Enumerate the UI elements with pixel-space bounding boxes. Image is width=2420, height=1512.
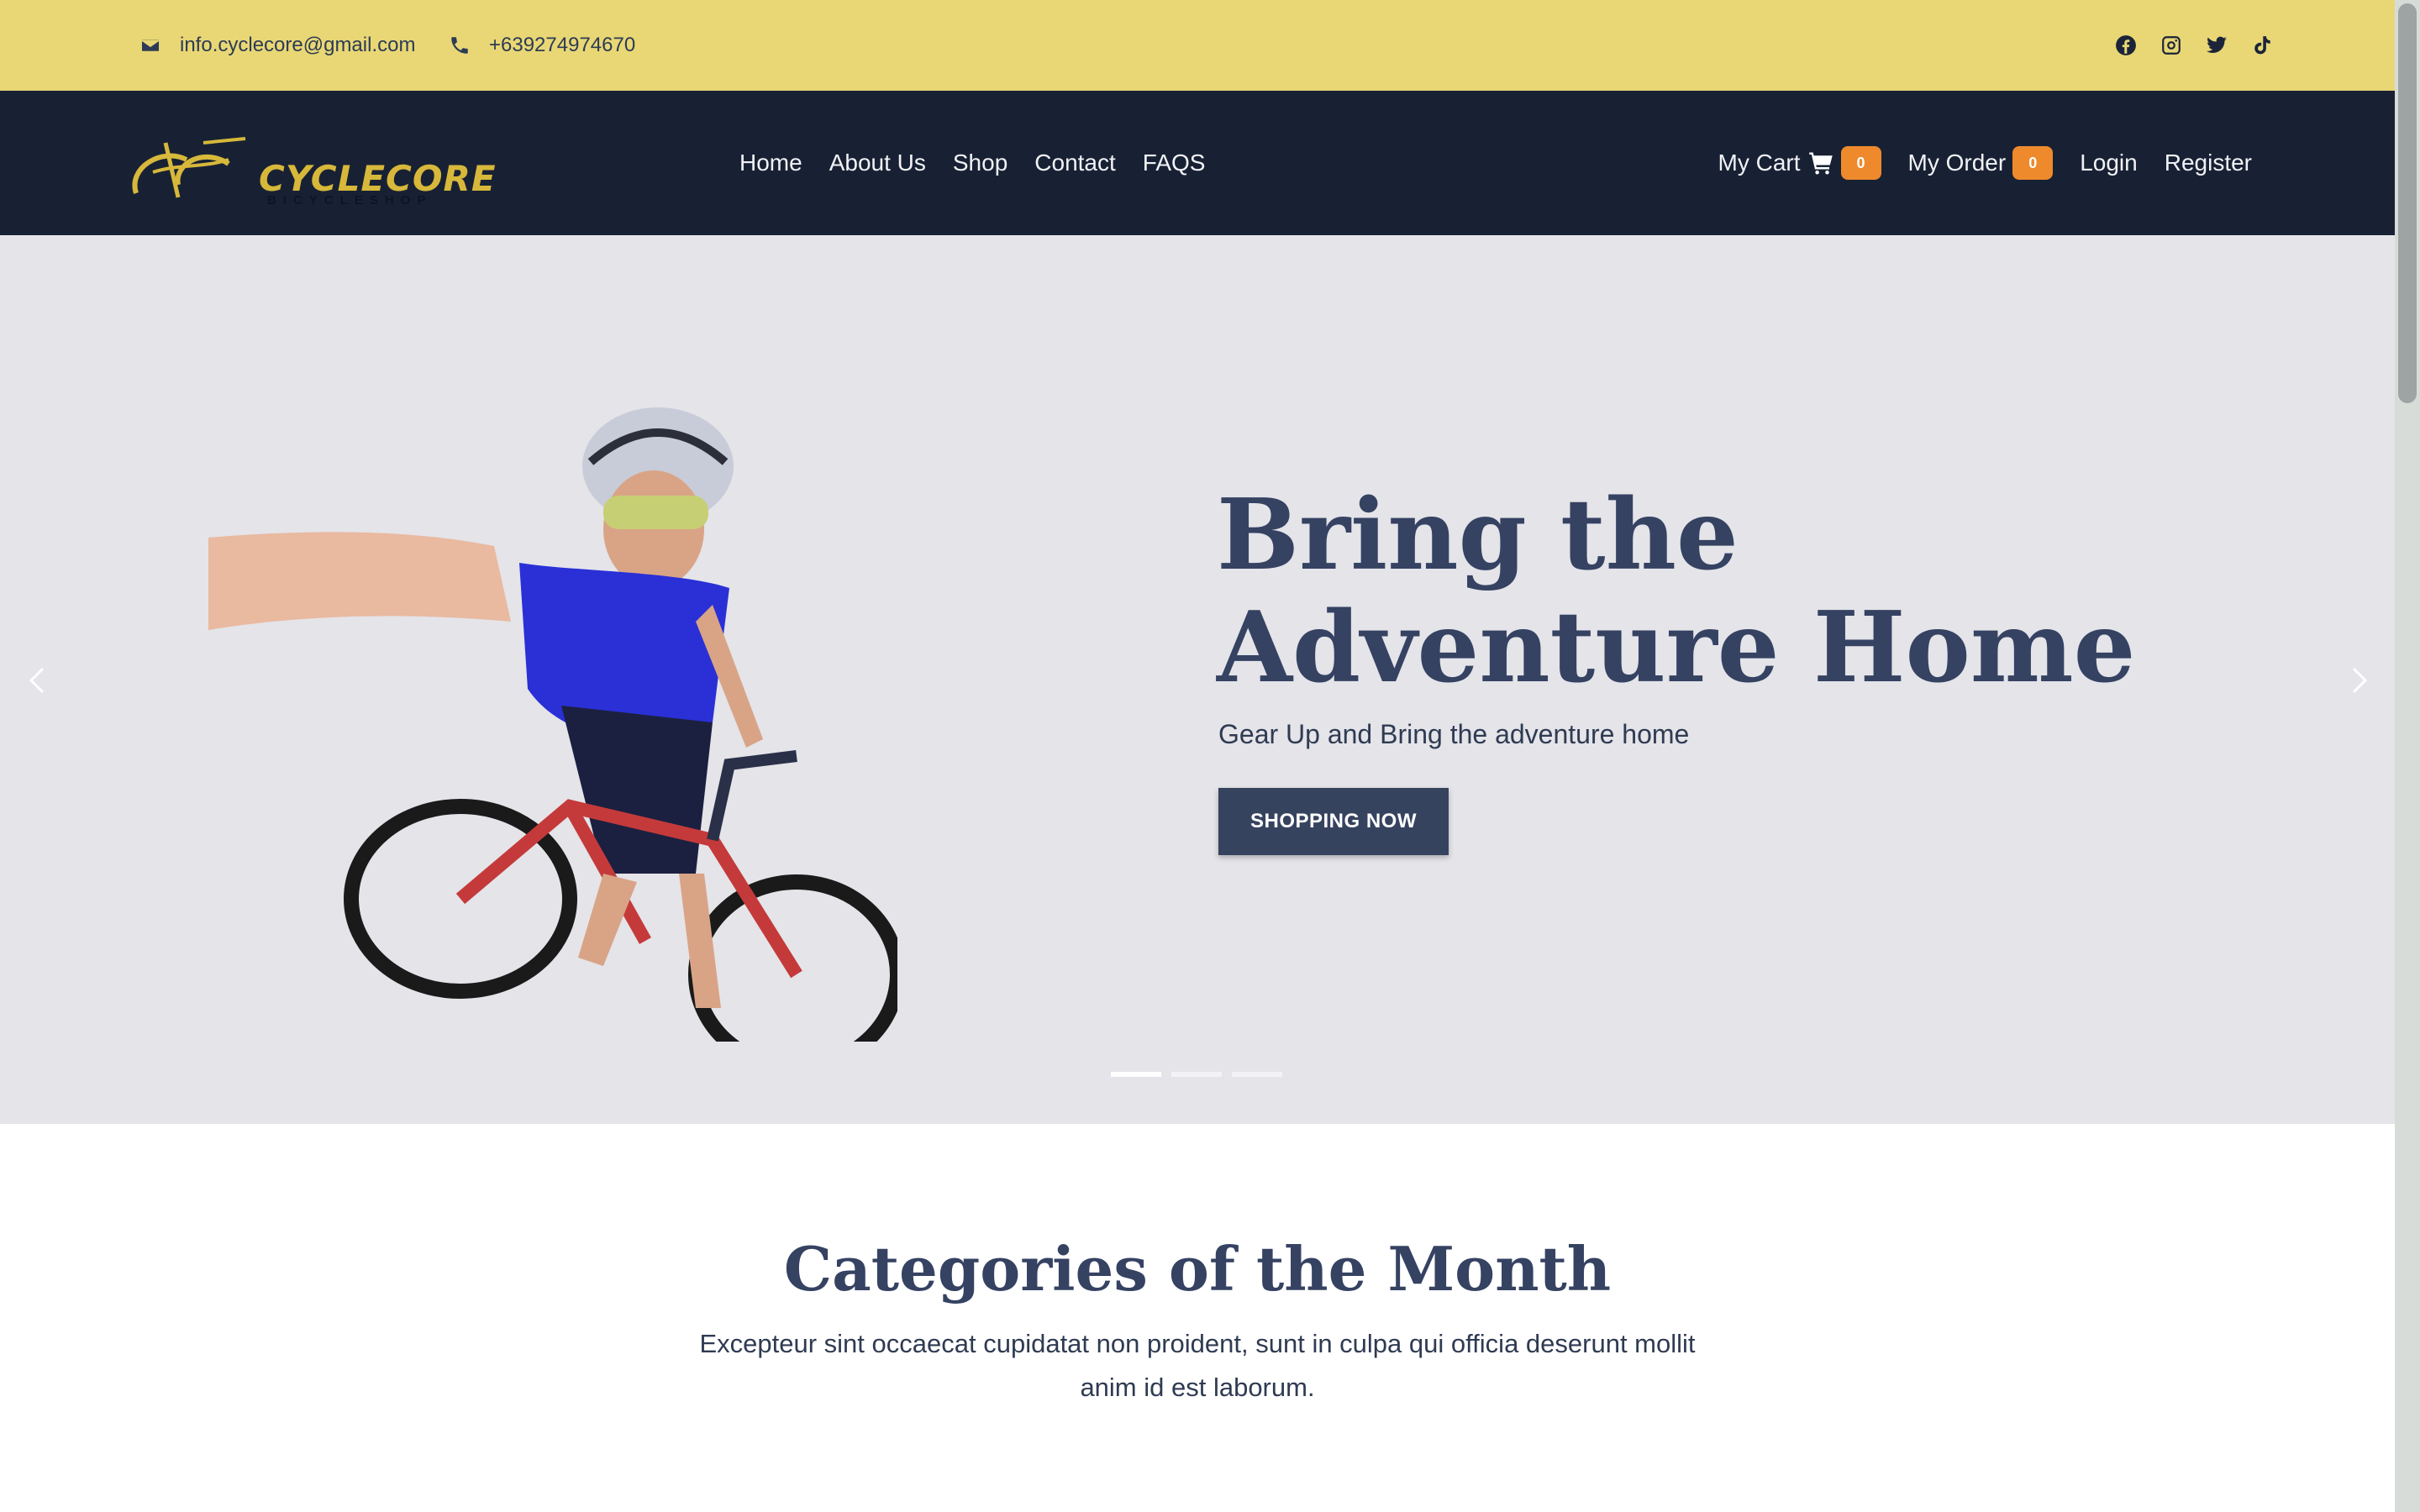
login-link[interactable]: Login	[2080, 150, 2138, 176]
cart-count-badge: 0	[1840, 146, 1881, 180]
chevron-left-icon	[29, 667, 45, 694]
register-link[interactable]: Register	[2165, 150, 2252, 176]
account-nav: My Cart 0 My Order 0 Login Register	[1718, 91, 2252, 235]
primary-nav: Home About Us Shop Contact FAQS	[739, 91, 1205, 235]
carousel-indicator-2[interactable]	[1171, 1072, 1222, 1077]
hero-title: Bring the Adventure Home	[1217, 478, 2136, 705]
nav-contact[interactable]: Contact	[1034, 150, 1116, 176]
shopping-cart-icon	[1808, 152, 1833, 175]
carousel-indicator-3[interactable]	[1232, 1072, 1282, 1077]
categories-section: Categories of the Month Excepteur sint o…	[0, 1124, 2395, 1512]
social-links	[2114, 0, 2274, 91]
brand-logo[interactable]: CYCLECORE BICYCLESHOP	[128, 126, 496, 210]
carousel-next-button[interactable]	[2343, 664, 2376, 697]
tiktok-icon[interactable]	[2250, 34, 2274, 57]
nav-faqs[interactable]: FAQS	[1143, 150, 1206, 176]
contact-email[interactable]: info.cyclecore@gmail.com	[139, 0, 415, 91]
contact-phone[interactable]: +639274974670	[449, 0, 635, 91]
email-text: info.cyclecore@gmail.com	[180, 34, 416, 56]
twitter-icon[interactable]	[2205, 34, 2228, 57]
scrollbar-thumb[interactable]	[2398, 3, 2417, 403]
my-cart-label: My Cart	[1718, 150, 1801, 176]
logo-subtext: BICYCLESHOP	[267, 193, 433, 207]
hero-carousel: Bring the Adventure Home Gear Up and Bri…	[0, 235, 2395, 1124]
carousel-indicators	[1111, 1072, 1282, 1077]
my-order-link[interactable]: My Order 0	[1908, 146, 2054, 180]
chevron-right-icon	[2352, 667, 2368, 694]
main-navbar: CYCLECORE BICYCLESHOP Home About Us Shop…	[0, 91, 2395, 235]
my-order-label: My Order	[1907, 150, 2007, 176]
nav-home[interactable]: Home	[739, 150, 802, 176]
order-count-badge: 0	[2012, 146, 2054, 180]
carousel-indicator-1[interactable]	[1111, 1072, 1161, 1077]
nav-shop[interactable]: Shop	[953, 150, 1007, 176]
my-cart-link[interactable]: My Cart 0	[1718, 146, 1881, 180]
cyclist-hero-image	[208, 407, 897, 1042]
instagram-icon[interactable]	[2160, 34, 2183, 57]
page-scrollbar[interactable]	[2395, 0, 2420, 1512]
bicycle-logo-icon	[132, 137, 246, 198]
shopping-now-button[interactable]: SHOPPING NOW	[1218, 788, 1449, 855]
phone-text: +639274974670	[489, 34, 636, 56]
hero-subtitle: Gear Up and Bring the adventure home	[1218, 719, 1690, 749]
carousel-prev-button[interactable]	[20, 664, 54, 697]
categories-description: Excepteur sint occaecat cupidatat non pr…	[699, 1329, 1696, 1402]
facebook-icon[interactable]	[2114, 34, 2138, 57]
envelope-icon	[140, 38, 160, 53]
categories-title: Categories of the Month	[783, 1233, 1612, 1305]
page: info.cyclecore@gmail.com +639274974670 C…	[0, 0, 2420, 1512]
phone-icon	[451, 37, 468, 54]
top-bar: info.cyclecore@gmail.com +639274974670	[0, 0, 2395, 91]
nav-about-us[interactable]: About Us	[829, 150, 926, 176]
